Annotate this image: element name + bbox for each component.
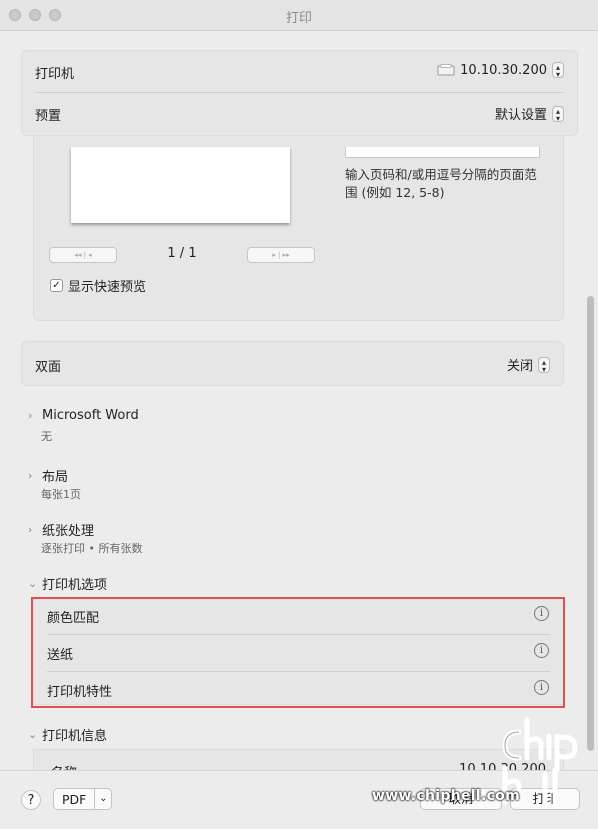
section-title: 打印机选项 — [42, 578, 108, 593]
preset-stepper-icon: ▴ ▾ — [552, 105, 564, 122]
title-bar: 打印 — [0, 0, 598, 31]
preset-row[interactable]: 预置 默认设置 ▴ ▾ — [22, 93, 577, 133]
section-summary: 每张1页 — [41, 488, 81, 501]
section-microsoft-word[interactable]: › Microsoft Word — [28, 408, 139, 423]
page-range-hint: 输入页码和/或用逗号分隔的页面范围 (例如 12, 5-8) — [345, 167, 537, 200]
printer-info-card: 名称 10.10.30.200 — [33, 749, 564, 770]
section-printer-options[interactable]: ⌄ 打印机选项 — [28, 574, 107, 593]
section-title: 纸张处理 — [42, 524, 95, 539]
printer-value: 10.10.30.200 — [460, 62, 547, 78]
first-prev-page-button[interactable]: ◂◂ | ◂ — [49, 247, 117, 263]
printer-stepper-icon: ▴ ▾ — [552, 62, 564, 79]
section-title: Microsoft Word — [42, 408, 139, 423]
page-range-input[interactable] — [345, 147, 540, 158]
printer-select[interactable]: 10.10.30.200 ▴ ▾ — [437, 62, 564, 79]
watermark-text: www.chiphell.com — [372, 788, 520, 804]
duplex-value: 关闭 — [506, 359, 533, 374]
pdf-label: PDF — [62, 791, 87, 807]
help-button[interactable]: ? — [21, 790, 41, 810]
section-title: 打印机信息 — [42, 729, 108, 744]
chevron-down-icon: ⌄ — [28, 577, 38, 590]
duplex-row[interactable]: 双面 关闭 ▴ ▾ — [22, 344, 563, 384]
duplex-label: 双面 — [35, 360, 62, 375]
printer-icon — [437, 64, 455, 76]
section-summary: 无 — [41, 430, 52, 443]
print-dialog-content: 输入页码和/或用逗号分隔的页面范围 (例如 12, 5-8) ◂◂ | ◂ 1 … — [0, 31, 598, 770]
page-preview — [71, 147, 290, 223]
chevron-down-icon: ⌄ — [28, 728, 38, 741]
section-title: 布局 — [42, 470, 69, 485]
quick-preview-toggle[interactable]: ✓ 显示快速预览 — [50, 276, 146, 295]
chevron-right-icon: › — [28, 409, 33, 422]
section-paper-handling[interactable]: › 纸张处理 — [28, 520, 94, 539]
printer-info-name-label: 名称 — [51, 762, 77, 770]
scrollbar-thumb[interactable] — [587, 296, 594, 751]
chevron-right-icon: › — [28, 523, 33, 536]
window-title: 打印 — [285, 11, 312, 26]
duplex-card[interactable]: 双面 关闭 ▴ ▾ — [21, 341, 564, 386]
section-printer-info[interactable]: ⌄ 打印机信息 — [28, 725, 107, 744]
section-summary: 逐张打印 • 所有张数 — [41, 542, 143, 555]
page-indicator: 1 / 1 — [167, 246, 197, 261]
pdf-menu-button[interactable]: PDF ⌄ — [53, 788, 113, 810]
printer-card: 打印机 10.10.30.200 ▴ ▾ 预置 默认设置 ▴ ▾ — [21, 50, 578, 136]
duplex-select[interactable]: 关闭 ▴ ▾ — [507, 355, 550, 374]
quick-preview-checkbox[interactable]: ✓ — [50, 279, 63, 292]
highlight-box — [31, 597, 565, 708]
printer-label: 打印机 — [35, 67, 75, 82]
preset-label: 预置 — [35, 109, 62, 124]
preset-value: 默认设置 — [494, 108, 547, 123]
section-layout[interactable]: › 布局 — [28, 466, 68, 485]
chevron-right-icon: › — [28, 469, 33, 482]
quick-preview-label: 显示快速预览 — [68, 280, 147, 295]
preset-select[interactable]: 默认设置 ▴ ▾ — [495, 104, 564, 123]
next-last-page-button[interactable]: ▸ | ▸▸ — [247, 247, 315, 263]
duplex-stepper-icon: ▴ ▾ — [538, 356, 550, 373]
printer-row[interactable]: 打印机 10.10.30.200 ▴ ▾ — [22, 51, 577, 91]
chevron-down-icon[interactable]: ⌄ — [94, 789, 111, 809]
